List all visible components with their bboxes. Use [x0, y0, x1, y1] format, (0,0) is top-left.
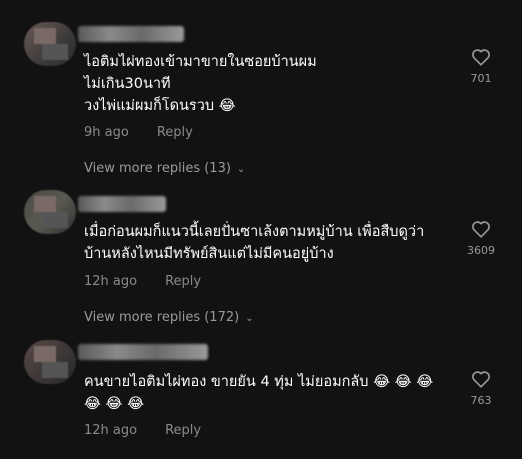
like-button[interactable]: 763 [456, 370, 506, 407]
heart-outline-icon [472, 221, 490, 238]
comment-text: คนขายไอติมไผ่ทอง ขายยัน 4 ทุ่ม ไม่ยอมกลั… [84, 374, 434, 412]
view-more-label: View more replies (13) [84, 161, 231, 176]
chevron-down-icon: ⌄ [236, 164, 246, 175]
avatar[interactable] [24, 22, 76, 66]
chevron-down-icon: ⌄ [245, 313, 254, 324]
view-more-replies-button[interactable]: View more replies (13) ⌄ [84, 161, 245, 176]
view-more-replies-button[interactable]: View more replies (172) ⌄ [84, 310, 254, 325]
comment-meta: 12h ago Reply [84, 423, 201, 438]
comment-text: ไอติมไผ่ทองเข้ามาขายในซอยบ้านผม ไม่เกิน3… [84, 54, 317, 114]
comment-meta: 9h ago Reply [84, 125, 193, 140]
view-more-label: View more replies (172) [84, 310, 240, 325]
like-count: 763 [470, 394, 492, 407]
timestamp: 12h ago [84, 423, 138, 438]
reply-button[interactable]: Reply [165, 423, 201, 438]
like-button[interactable]: 701 [456, 48, 506, 85]
reply-button[interactable]: Reply [165, 274, 201, 289]
comment-meta: 12h ago Reply [84, 274, 201, 289]
heart-outline-icon [472, 371, 490, 388]
timestamp: 12h ago [84, 274, 138, 289]
timestamp: 9h ago [84, 125, 129, 140]
avatar[interactable] [24, 190, 76, 234]
avatar[interactable] [24, 340, 76, 384]
comment-text: เมื่อก่อนผมก็แนวนี้เลยปั่นซาเล้งตามหมู่บ… [84, 224, 425, 262]
username-redacted[interactable] [78, 196, 166, 212]
username-redacted[interactable] [78, 344, 208, 360]
like-count: 701 [470, 72, 492, 85]
reply-button[interactable]: Reply [157, 125, 193, 140]
heart-outline-icon [472, 49, 490, 66]
username-redacted[interactable] [78, 26, 184, 42]
like-button[interactable]: 3609 [456, 220, 506, 257]
like-count: 3609 [467, 244, 495, 257]
